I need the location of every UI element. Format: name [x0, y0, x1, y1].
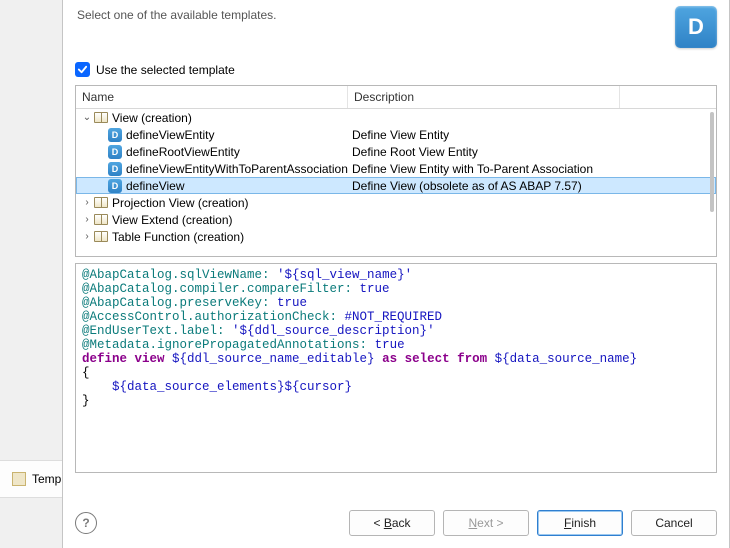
item-description: Define View Entity with To-Parent Associ…: [348, 162, 716, 176]
chevron-right-icon[interactable]: ›: [82, 214, 92, 225]
ddl-icon: D: [108, 128, 122, 142]
template-item[interactable]: DdefineRootViewEntity Define Root View En…: [76, 143, 716, 160]
tree-group[interactable]: › Table Function (creation): [76, 228, 716, 245]
tree-group[interactable]: › Projection View (creation): [76, 194, 716, 211]
group-label: Table Function (creation): [112, 230, 244, 244]
book-icon: [94, 197, 108, 208]
back-button[interactable]: < Back: [349, 510, 435, 536]
tree-group[interactable]: ⌄ View (creation): [76, 109, 716, 126]
ddl-icon: D: [108, 162, 122, 176]
template-preview-code: @AbapCatalog.sqlViewName: '${sql_view_na…: [75, 263, 717, 473]
chevron-right-icon[interactable]: ›: [82, 197, 92, 208]
group-label: Projection View (creation): [112, 196, 249, 210]
item-description: Define View (obsolete as of AS ABAP 7.57…: [348, 179, 716, 193]
use-template-checkbox[interactable]: [75, 62, 90, 77]
column-header-blank: [620, 86, 716, 108]
item-label: defineViewEntity: [126, 128, 215, 142]
ddl-logo-icon: D: [675, 6, 717, 48]
cancel-button[interactable]: Cancel: [631, 510, 717, 536]
ddl-icon: D: [108, 145, 122, 159]
template-item[interactable]: DdefineViewEntity Define View Entity: [76, 126, 716, 143]
chevron-down-icon[interactable]: ⌄: [82, 112, 92, 123]
book-icon: [94, 214, 108, 225]
tree-group[interactable]: › View Extend (creation): [76, 211, 716, 228]
column-header-name[interactable]: Name: [76, 86, 348, 108]
help-icon[interactable]: ?: [75, 512, 97, 534]
template-item[interactable]: DdefineViewEntityWithToParentAssociation…: [76, 160, 716, 177]
book-icon: [94, 231, 108, 242]
group-label: View Extend (creation): [112, 213, 233, 227]
item-label: defineViewEntityWithToParentAssociation: [126, 162, 348, 176]
table-scrollbar[interactable]: [710, 112, 714, 212]
dialog-subtitle: Select one of the available templates.: [77, 6, 276, 22]
chevron-right-icon[interactable]: ›: [82, 231, 92, 242]
ddl-icon: D: [108, 179, 122, 193]
next-button: Next >: [443, 510, 529, 536]
template-item[interactable]: DdefineView Define View (obsolete as of A…: [76, 177, 716, 194]
finish-button[interactable]: Finish: [537, 510, 623, 536]
template-table: Name Description ⌄View (creation)Ddefine…: [75, 85, 717, 257]
item-description: Define Root View Entity: [348, 145, 716, 159]
book-icon: [94, 112, 108, 123]
item-label: defineView: [126, 179, 185, 193]
column-header-description[interactable]: Description: [348, 86, 620, 108]
item-description: Define View Entity: [348, 128, 716, 142]
template-file-icon: [12, 472, 26, 486]
item-label: defineRootViewEntity: [126, 145, 240, 159]
use-template-label: Use the selected template: [96, 63, 235, 77]
group-label: View (creation): [112, 111, 192, 125]
template-selection-dialog: Select one of the available templates. D…: [62, 0, 730, 548]
